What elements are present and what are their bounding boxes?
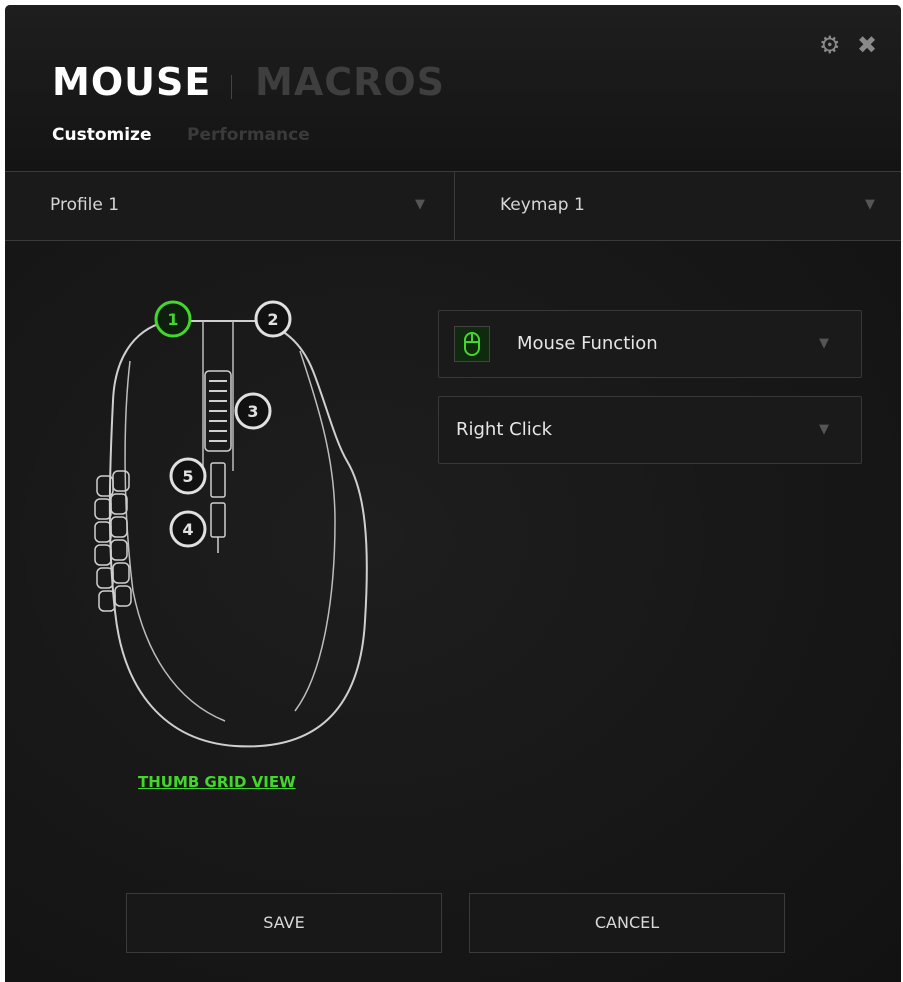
button-number-5: 5 [182, 467, 193, 486]
thumb-grid-view-link[interactable]: THUMB GRID VIEW [138, 773, 296, 791]
cancel-button[interactable]: CANCEL [469, 893, 785, 953]
button-callout-5[interactable]: 5 [169, 457, 207, 495]
thumb-button[interactable] [110, 539, 128, 561]
subtab-customize[interactable]: Customize [52, 125, 151, 145]
tab-divider [231, 75, 232, 99]
button-callout-4[interactable]: 4 [169, 510, 207, 548]
thumb-button[interactable] [110, 493, 128, 515]
mouse-diagram: 1 2 3 5 4 [94, 300, 368, 748]
dpi-button-upper[interactable] [210, 462, 226, 498]
keymap-dropdown[interactable]: Keymap 1 ▼ [455, 172, 901, 240]
mouse-body-outline [108, 320, 368, 748]
button-number-4: 4 [182, 520, 193, 539]
subtab-performance[interactable]: Performance [187, 125, 310, 145]
header: MOUSE MACROS Customize Performance ⚙ ✖ [5, 5, 901, 172]
tab-macros[interactable]: MACROS [255, 60, 445, 104]
thumb-button[interactable] [94, 544, 112, 566]
button-number-2: 2 [267, 310, 278, 329]
mouse-right-edge [294, 350, 336, 712]
customize-panel: 1 2 3 5 4 THUMB GRID VIEW Mouse Function… [5, 241, 901, 982]
mouse-function-dropdown[interactable]: Mouse Function ▼ [438, 310, 862, 378]
action-dropdown[interactable]: Right Click ▼ [438, 396, 862, 464]
button-number-3: 3 [247, 402, 258, 421]
keymap-label: Keymap 1 [500, 195, 585, 215]
button-callout-1[interactable]: 1 [154, 300, 192, 338]
dpi-button-lower[interactable] [210, 502, 226, 538]
chevron-down-icon: ▼ [819, 422, 829, 437]
thumb-button[interactable] [96, 567, 114, 589]
button-callout-3[interactable]: 3 [234, 392, 272, 430]
save-button[interactable]: SAVE [126, 893, 442, 953]
thumb-button[interactable] [110, 516, 128, 538]
button-number-1: 1 [167, 310, 178, 329]
mouse-icon [454, 326, 490, 362]
thumb-button[interactable] [112, 470, 130, 492]
action-label: Right Click [456, 419, 553, 440]
selector-bar: Profile 1 ▼ Keymap 1 ▼ [5, 172, 901, 241]
button-callout-2[interactable]: 2 [254, 300, 292, 338]
profile-label: Profile 1 [50, 195, 120, 215]
chevron-down-icon: ▼ [819, 336, 829, 351]
thumb-button[interactable] [94, 521, 112, 543]
gear-icon[interactable]: ⚙ [819, 31, 841, 59]
thumb-button[interactable] [112, 562, 130, 584]
chevron-down-icon: ▼ [415, 197, 425, 212]
tab-mouse[interactable]: MOUSE [52, 60, 211, 104]
mouse-function-label: Mouse Function [517, 333, 658, 354]
thumb-button[interactable] [94, 498, 112, 520]
thumb-button[interactable] [114, 585, 132, 607]
chevron-down-icon: ▼ [865, 197, 875, 212]
razer-synapse-window: MOUSE MACROS Customize Performance ⚙ ✖ P… [5, 5, 901, 982]
close-icon[interactable]: ✖ [857, 31, 877, 59]
profile-dropdown[interactable]: Profile 1 ▼ [5, 172, 455, 240]
